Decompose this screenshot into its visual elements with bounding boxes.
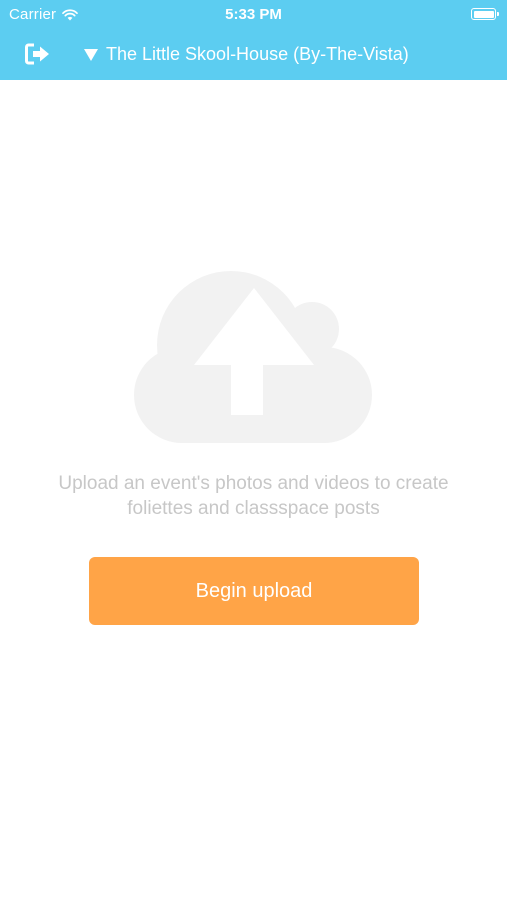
- triangle-down-icon: [84, 48, 98, 61]
- upload-message: Upload an event's photos and videos to c…: [20, 471, 487, 521]
- status-time: 5:33 PM: [225, 6, 282, 23]
- nav-bar: The Little Skool-House (By-The-Vista): [0, 28, 507, 80]
- school-selector[interactable]: The Little Skool-House (By-The-Vista): [84, 41, 409, 67]
- begin-upload-button[interactable]: Begin upload: [89, 557, 419, 625]
- cloud-upload-icon: [134, 271, 372, 443]
- battery-icon: [471, 8, 499, 20]
- logout-icon: [25, 43, 49, 65]
- begin-upload-label: Begin upload: [195, 579, 313, 602]
- logout-button[interactable]: [24, 42, 52, 66]
- header: Carrier 5:33 PM The Little Skool-House (: [0, 0, 507, 80]
- status-bar: Carrier 5:33 PM: [0, 0, 507, 28]
- school-name: The Little Skool-House (By-The-Vista): [106, 43, 409, 64]
- upload-screen: Carrier 5:33 PM The Little Skool-House (: [0, 0, 507, 900]
- upload-message-line2: foliettes and classspace posts: [127, 498, 380, 519]
- upload-message-line1: Upload an event's photos and videos to c…: [58, 473, 449, 494]
